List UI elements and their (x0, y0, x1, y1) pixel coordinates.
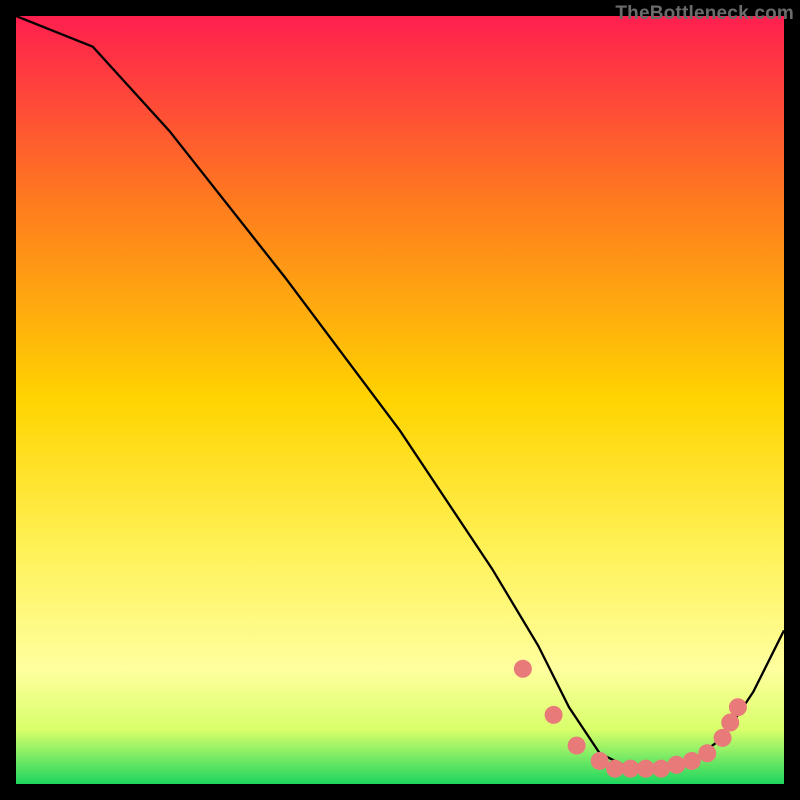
marker-dot (721, 714, 739, 732)
marker-dot (606, 760, 624, 778)
chart-container: TheBottleneck.com (0, 0, 800, 800)
marker-dot (591, 752, 609, 770)
watermark-text: TheBottleneck.com (615, 3, 794, 25)
marker-dot (545, 706, 563, 724)
plot-area (16, 16, 784, 784)
marker-dot (568, 737, 586, 755)
marker-dot (652, 760, 670, 778)
marker-dot (683, 752, 701, 770)
marker-dot (714, 729, 732, 747)
chart-svg (16, 16, 784, 784)
marker-dot (637, 760, 655, 778)
marker-dot (729, 698, 747, 716)
marker-dot (514, 660, 532, 678)
marker-dot (698, 744, 716, 762)
marker-dot (667, 756, 685, 774)
gradient-background (16, 16, 784, 784)
marker-dot (621, 760, 639, 778)
